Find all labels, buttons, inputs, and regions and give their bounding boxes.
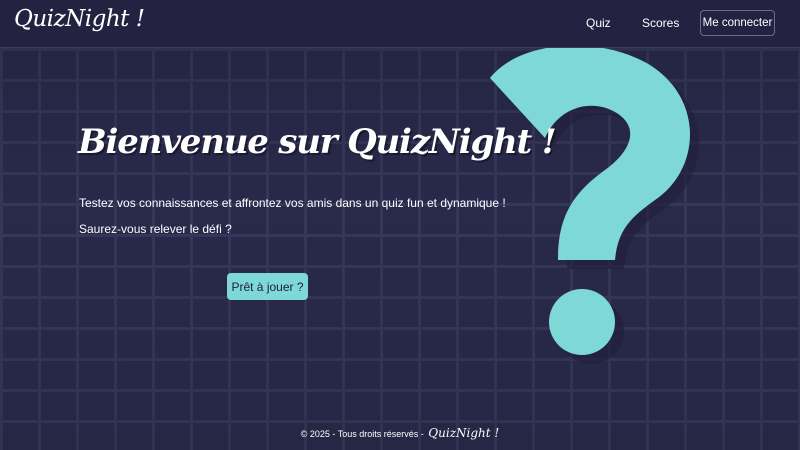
site-logo[interactable]: QuizNight !	[14, 6, 145, 32]
hero-question: Saurez-vous relever le défi ?	[79, 222, 232, 236]
login-button[interactable]: Me connecter	[700, 10, 775, 36]
footer: © 2025 - Tous droits réservés - QuizNigh…	[0, 426, 800, 440]
play-button[interactable]: Prêt à jouer ?	[227, 273, 308, 300]
hero-description: Testez vos connaissances et affrontez vo…	[79, 196, 506, 210]
hero-title: Bienvenue sur QuizNight !	[78, 122, 557, 162]
nav-link-quiz[interactable]: Quiz	[586, 16, 611, 30]
nav-link-scores[interactable]: Scores	[642, 16, 679, 30]
footer-brand: QuizNight !	[428, 426, 500, 440]
top-navbar: QuizNight ! Quiz Scores Me connecter	[0, 0, 800, 48]
footer-copyright: © 2025 - Tous droits réservés -	[300, 429, 427, 439]
